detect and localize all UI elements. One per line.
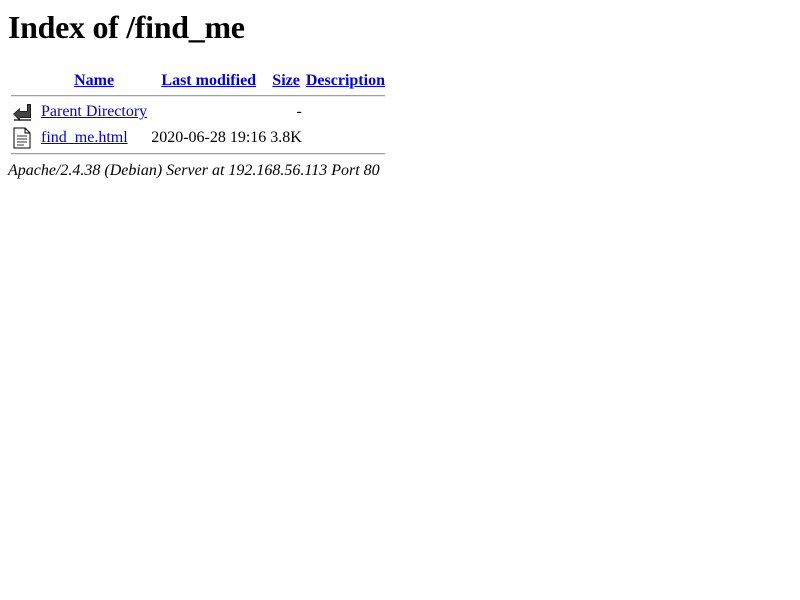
- row-name-cell: Parent Directory: [40, 100, 148, 124]
- table-row-parent-directory: Parent Directory -: [10, 100, 386, 124]
- table-header-row: Name Last modified Size Description: [10, 70, 386, 92]
- icon-column-header: [10, 70, 38, 92]
- row-size-cell: 3.8K: [270, 129, 302, 146]
- row-name-cell: find_me.html: [40, 126, 148, 150]
- directory-listing-page: Index of /find_me Name Last modified Siz…: [0, 0, 800, 180]
- parent-directory-link[interactable]: Parent Directory: [41, 103, 147, 120]
- row-description-cell: [305, 126, 386, 150]
- footer-divider-row: [10, 152, 386, 156]
- sort-by-description-link[interactable]: Description: [306, 72, 385, 89]
- size-column-header[interactable]: Size: [269, 70, 303, 92]
- header-divider: [11, 95, 385, 97]
- row-date-cell: 2020-06-28 19:16: [151, 129, 267, 146]
- table-row-file: find_me.html 2020-06-28 19:16 3.8K: [10, 126, 386, 150]
- row-icon-cell: [10, 126, 38, 150]
- row-size-cell: -: [296, 103, 302, 120]
- row-date-cell: [150, 100, 267, 124]
- file-link[interactable]: find_me.html: [41, 129, 128, 146]
- description-column-header[interactable]: Description: [305, 70, 386, 92]
- header-divider-row: [10, 94, 386, 98]
- name-column-header[interactable]: Name: [40, 70, 148, 92]
- row-icon-cell: [10, 100, 38, 124]
- row-description-cell: [305, 100, 386, 124]
- sort-by-size-link[interactable]: Size: [272, 72, 300, 89]
- page-title: Index of /find_me: [8, 9, 245, 45]
- sort-by-last-modified-link[interactable]: Last modified: [161, 72, 256, 89]
- file-listing-table: Name Last modified Size Description Pare…: [8, 68, 388, 158]
- text-file-icon: [11, 127, 33, 149]
- back-arrow-icon: [11, 101, 33, 123]
- sort-by-name-link[interactable]: Name: [74, 72, 114, 89]
- server-signature: Apache/2.4.38 (Debian) Server at 192.168…: [8, 162, 380, 179]
- footer-divider: [11, 153, 385, 155]
- last-modified-column-header[interactable]: Last modified: [150, 70, 267, 92]
